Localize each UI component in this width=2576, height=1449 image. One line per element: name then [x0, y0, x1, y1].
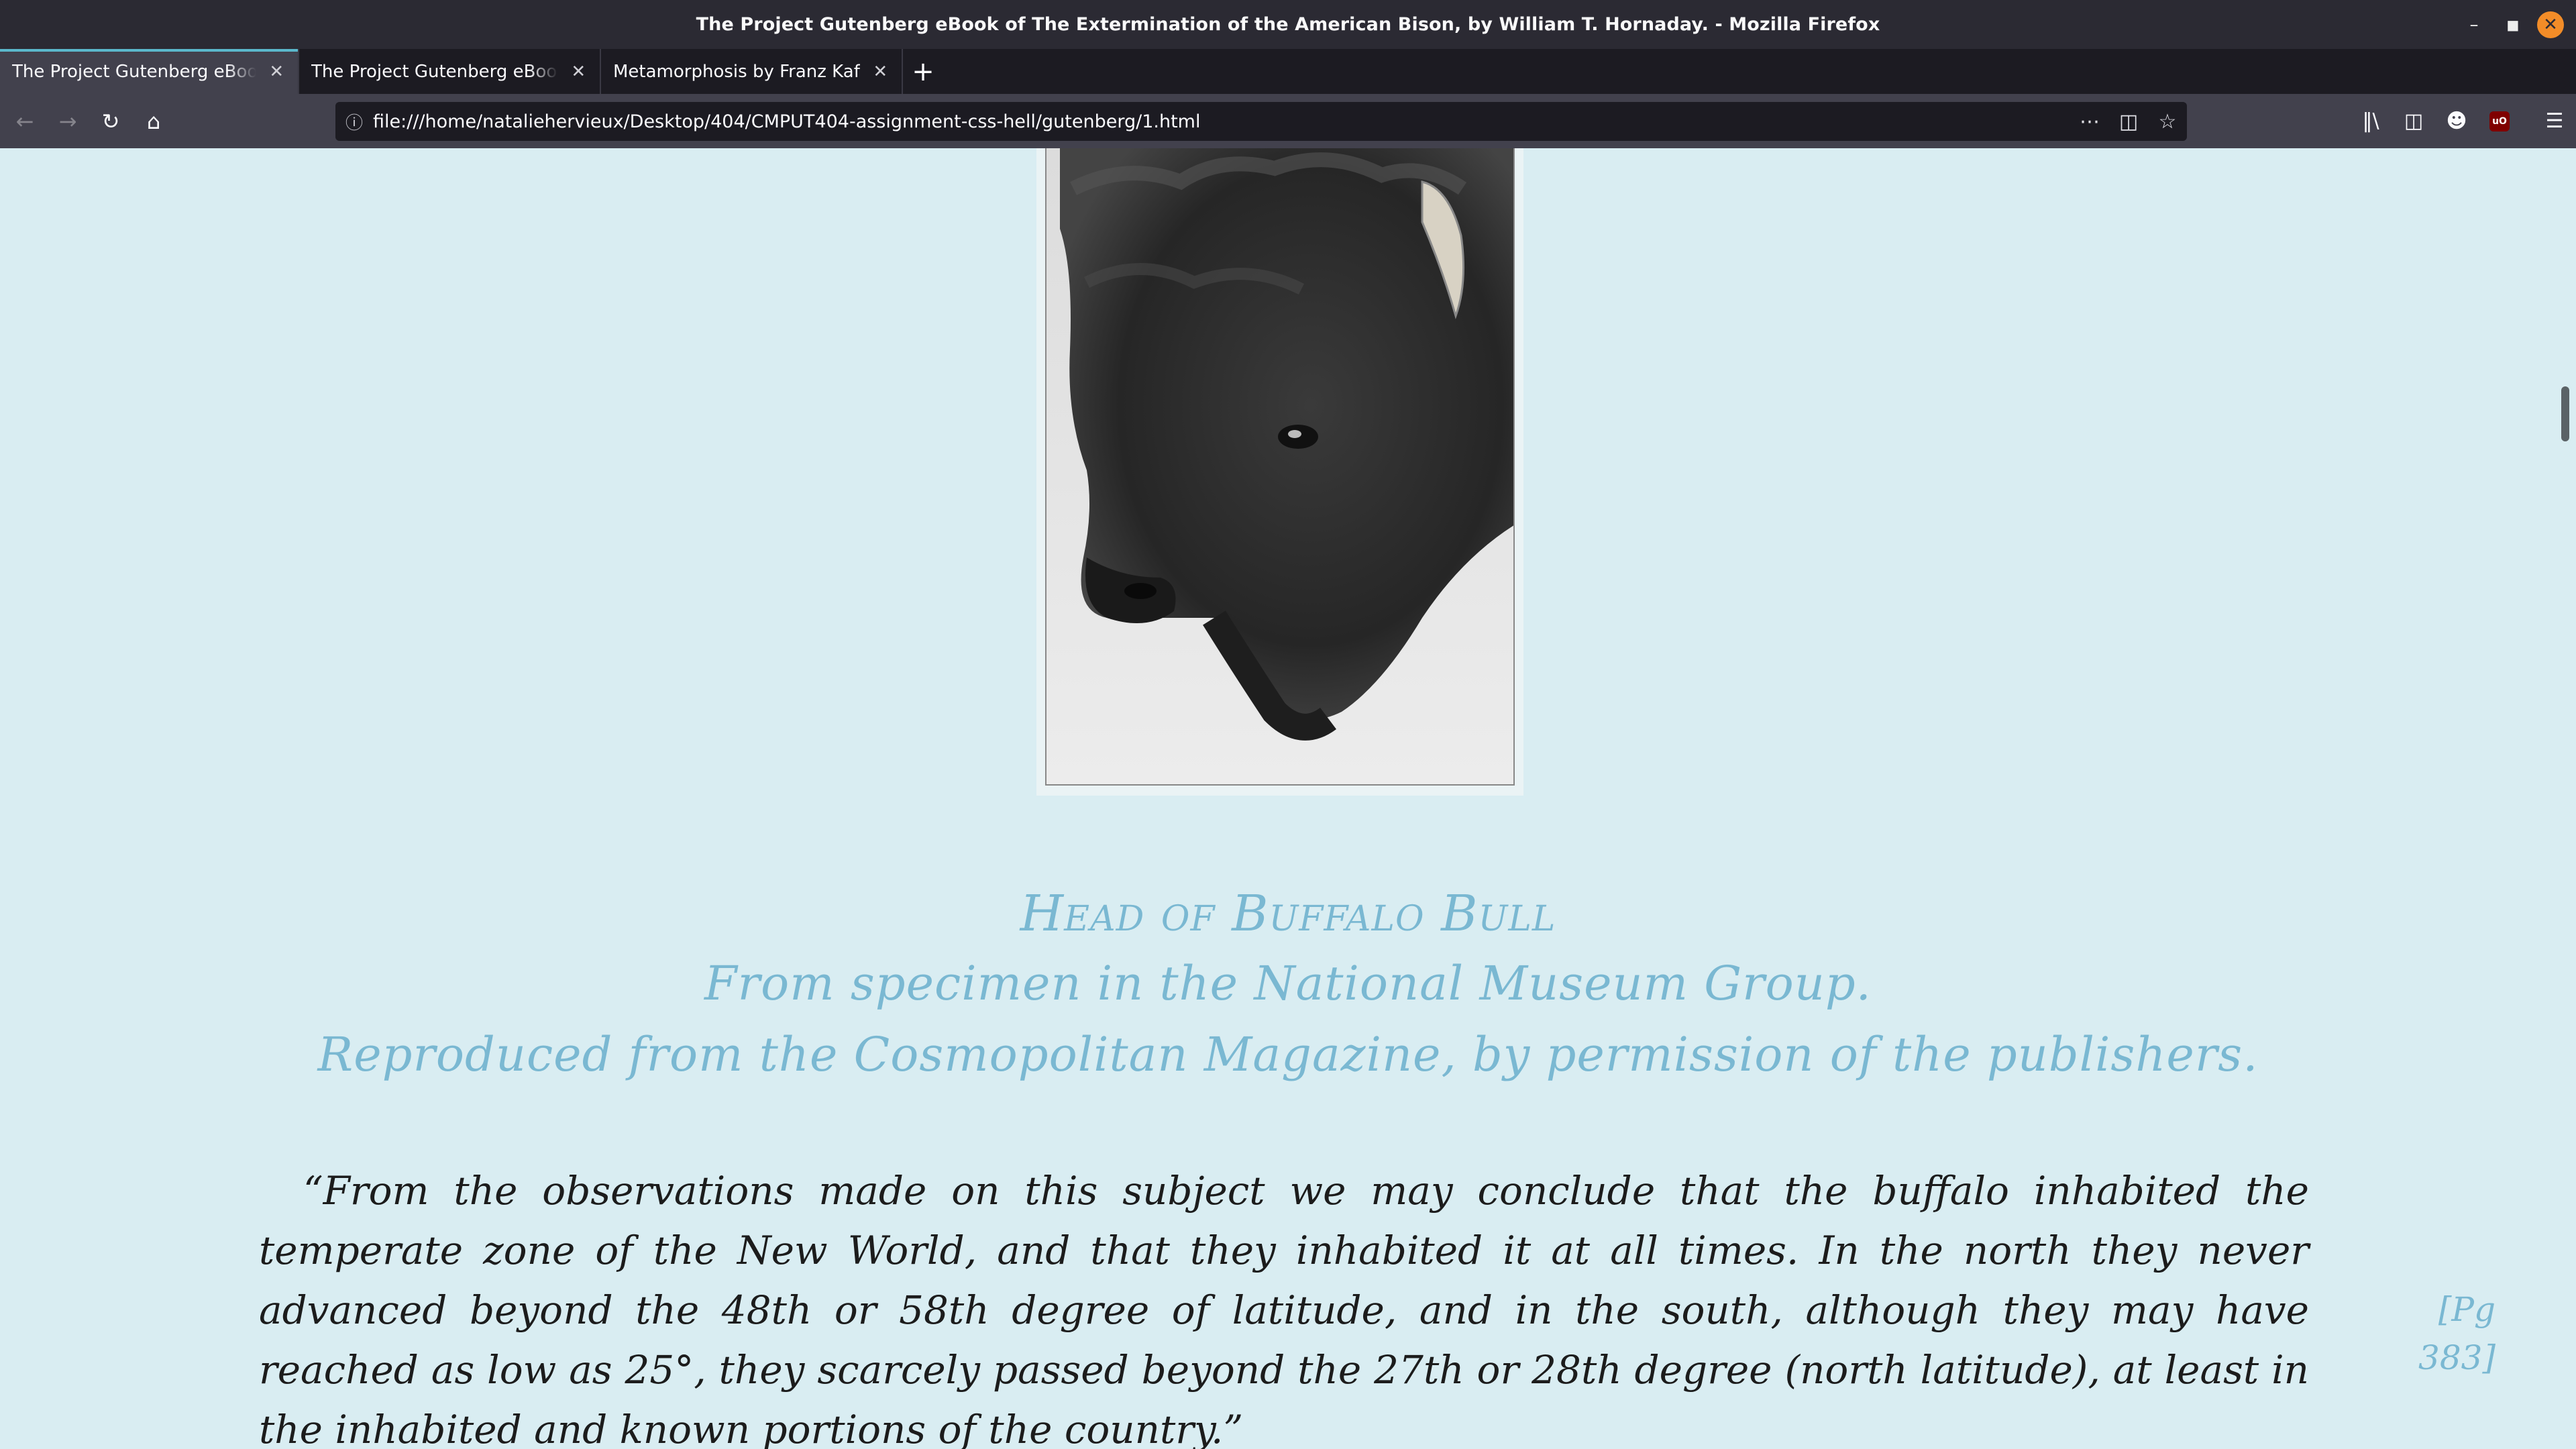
window-title: The Project Gutenberg eBook of The Exter… — [696, 14, 1880, 35]
pocket-icon[interactable]: ◫ — [2109, 110, 2148, 133]
page-number-marker: [Pg 383] — [2418, 1290, 2496, 1377]
reload-icon[interactable]: ↻ — [93, 103, 129, 140]
menu-icon[interactable]: ☰ — [2533, 103, 2576, 140]
sidebar-icon[interactable]: ◫ — [2392, 103, 2435, 140]
maximize-icon[interactable]: ■ — [2498, 10, 2528, 40]
ublock-origin-icon[interactable]: uO — [2478, 103, 2521, 140]
page-actions-icon[interactable]: ⋯ — [2070, 110, 2109, 133]
tab-gutenberg-1[interactable]: The Project Gutenberg eBook of The Exter… — [0, 49, 299, 94]
home-icon[interactable]: ⌂ — [136, 103, 172, 140]
buffalo-head-image — [1045, 148, 1515, 786]
quote-paragraph: “From the observations made on this subj… — [259, 1168, 2309, 1449]
tab-label: The Project Gutenberg eBook of The Exter… — [12, 61, 257, 82]
forward-icon[interactable]: → — [50, 103, 86, 140]
page-content: Head of Buffalo Bull From specimen in th… — [0, 148, 2576, 1449]
window-titlebar: The Project Gutenberg eBook of The Exter… — [0, 0, 2576, 49]
toolbar-right: ‖\ ◫ ☻ uO ☰ — [2349, 94, 2576, 148]
back-icon[interactable]: ← — [7, 103, 43, 140]
minimize-icon[interactable]: – — [2459, 10, 2489, 40]
close-tab-icon[interactable]: ✕ — [871, 62, 890, 82]
url-text[interactable]: file:///home/natalieherviеux/Desktop/404… — [373, 111, 2070, 132]
window-controls: – ■ ✕ — [2450, 0, 2564, 49]
close-window-icon[interactable]: ✕ — [2537, 11, 2564, 38]
close-tab-icon[interactable]: ✕ — [267, 62, 286, 82]
close-tab-icon[interactable]: ✕ — [569, 62, 588, 82]
site-info-icon[interactable]: ⓘ — [335, 109, 373, 134]
figure-caption-title: Head of Buffalo Bull — [1020, 885, 1556, 943]
bookmark-star-icon[interactable]: ☆ — [2148, 110, 2187, 133]
tab-strip: The Project Gutenberg eBook of The Exter… — [0, 49, 2576, 94]
tab-label: Metamorphosis by Franz Kafka — [613, 61, 861, 82]
bison-figure — [1036, 148, 1523, 796]
new-tab-icon[interactable]: + — [903, 49, 943, 94]
tab-gutenberg-2[interactable]: The Project Gutenberg eBook of The Exter… — [299, 49, 601, 94]
tab-label: The Project Gutenberg eBook of The Exter… — [311, 61, 558, 82]
figure-caption-line: Reproduced from the Cosmopolitan Magazin… — [317, 1027, 2259, 1082]
account-icon[interactable]: ☻ — [2435, 103, 2478, 140]
navigation-toolbar: ← → ↻ ⌂ ⓘ file:///home/natalieherviеux/D… — [0, 94, 2576, 148]
tab-metamorphosis[interactable]: Metamorphosis by Franz Kafka ✕ — [601, 49, 903, 94]
url-bar[interactable]: ⓘ file:///home/natalieherviеux/Desktop/4… — [335, 102, 2187, 141]
vertical-scrollbar[interactable] — [2561, 386, 2569, 441]
library-icon[interactable]: ‖\ — [2349, 103, 2392, 140]
figure-caption-line: From specimen in the National Museum Gro… — [704, 956, 1872, 1011]
